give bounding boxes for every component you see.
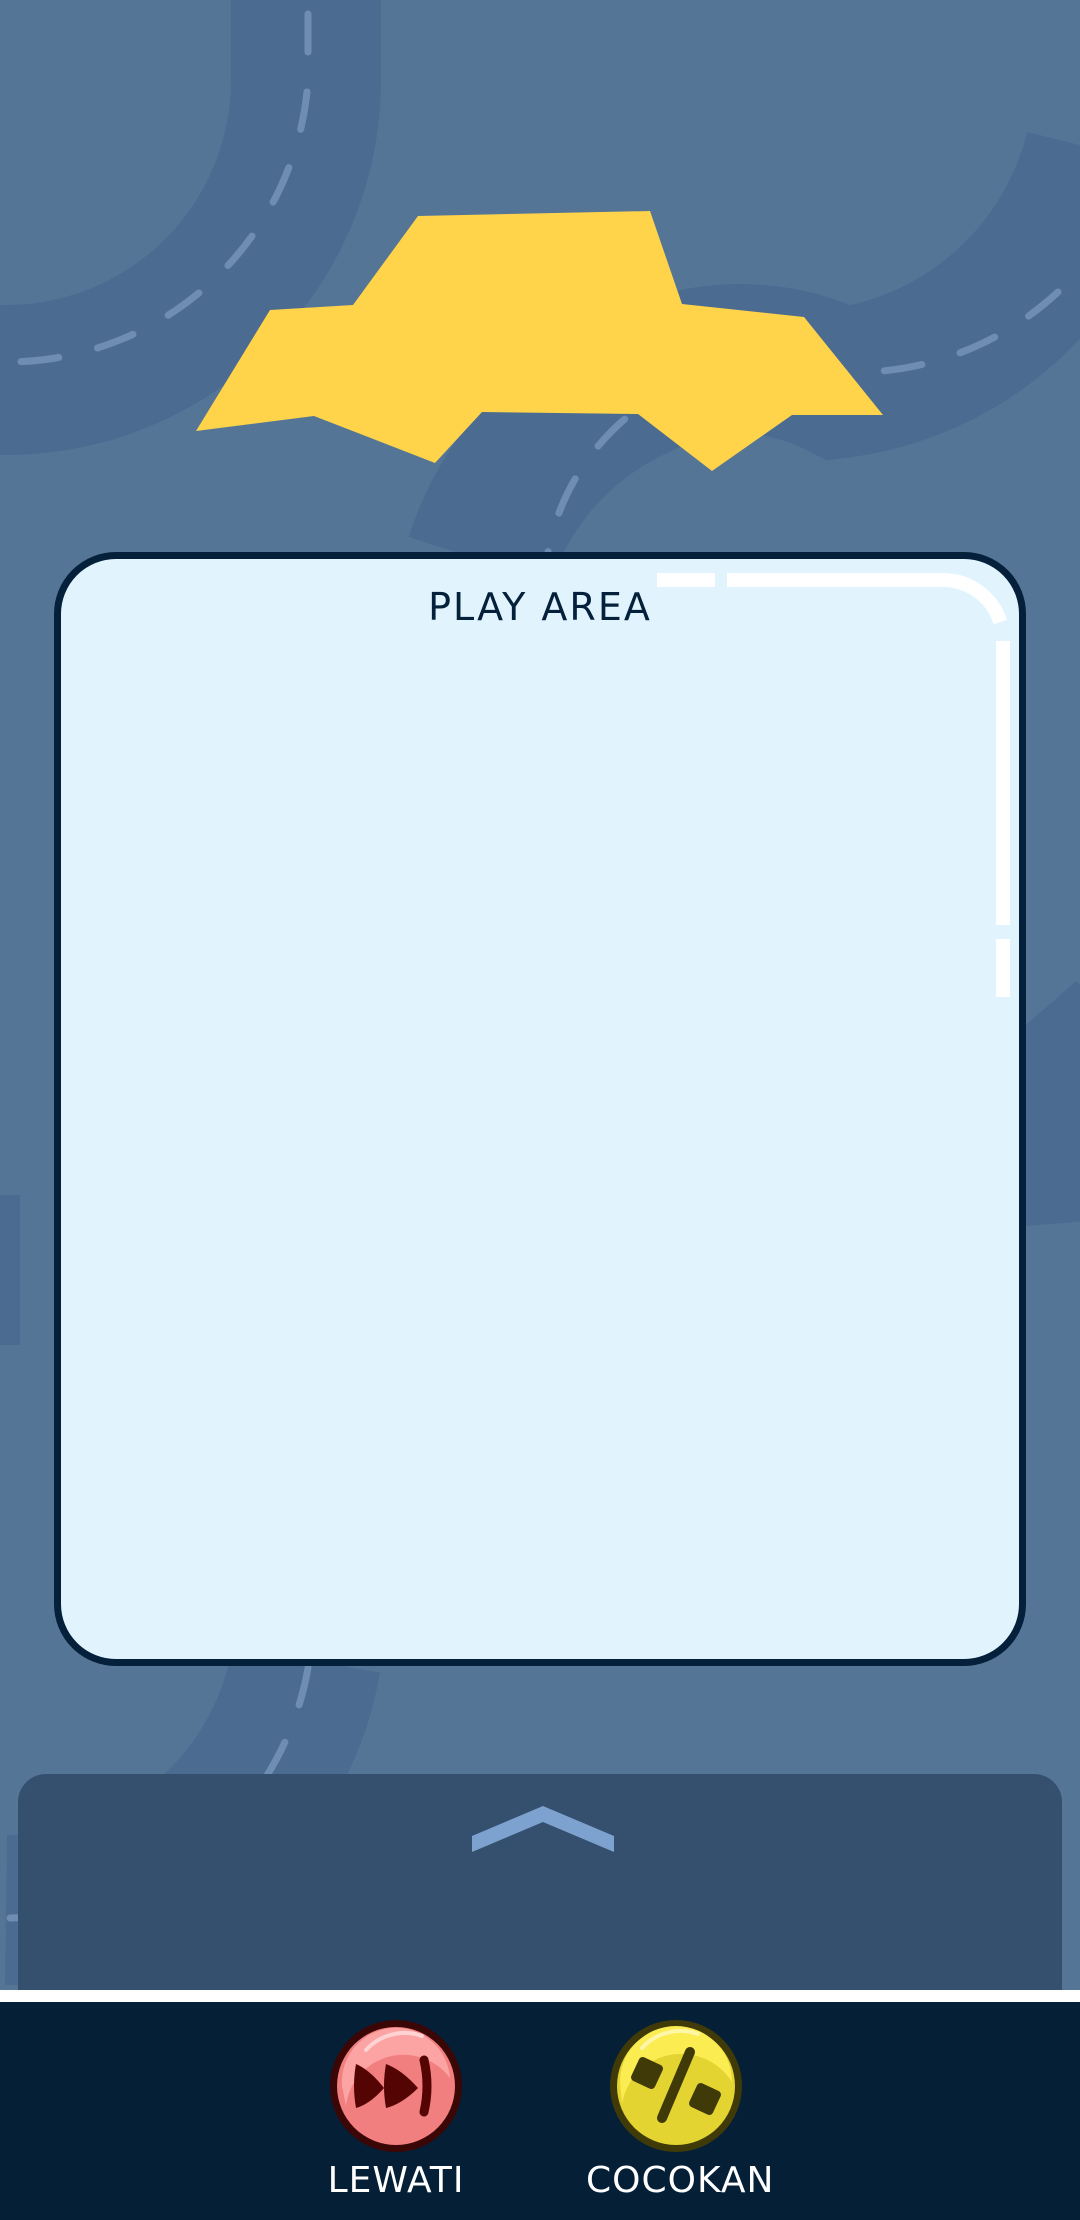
chevron-up-icon bbox=[472, 1806, 614, 1852]
skip-label: LEWATI bbox=[327, 2160, 465, 2201]
play-area-label: PLAY AREA bbox=[428, 585, 652, 629]
percent-icon bbox=[610, 2020, 742, 2152]
match-label: COCOKAN bbox=[586, 2160, 775, 2201]
drawer-toggle-button[interactable] bbox=[472, 1800, 614, 1860]
play-area[interactable]: PLAY AREA bbox=[54, 552, 1026, 1666]
piece-drawer[interactable] bbox=[18, 1774, 1062, 1992]
bottom-action-bar: LEWATI COCOKAN bbox=[0, 1990, 1080, 2220]
fast-forward-icon bbox=[330, 2020, 462, 2152]
game-screen: PLAY AREA LEWATI COCOKAN bbox=[0, 0, 1080, 2220]
match-button[interactable]: COCOKAN bbox=[586, 2016, 775, 2201]
card-highlight bbox=[651, 573, 1010, 997]
skip-button[interactable]: LEWATI bbox=[306, 2016, 486, 2201]
